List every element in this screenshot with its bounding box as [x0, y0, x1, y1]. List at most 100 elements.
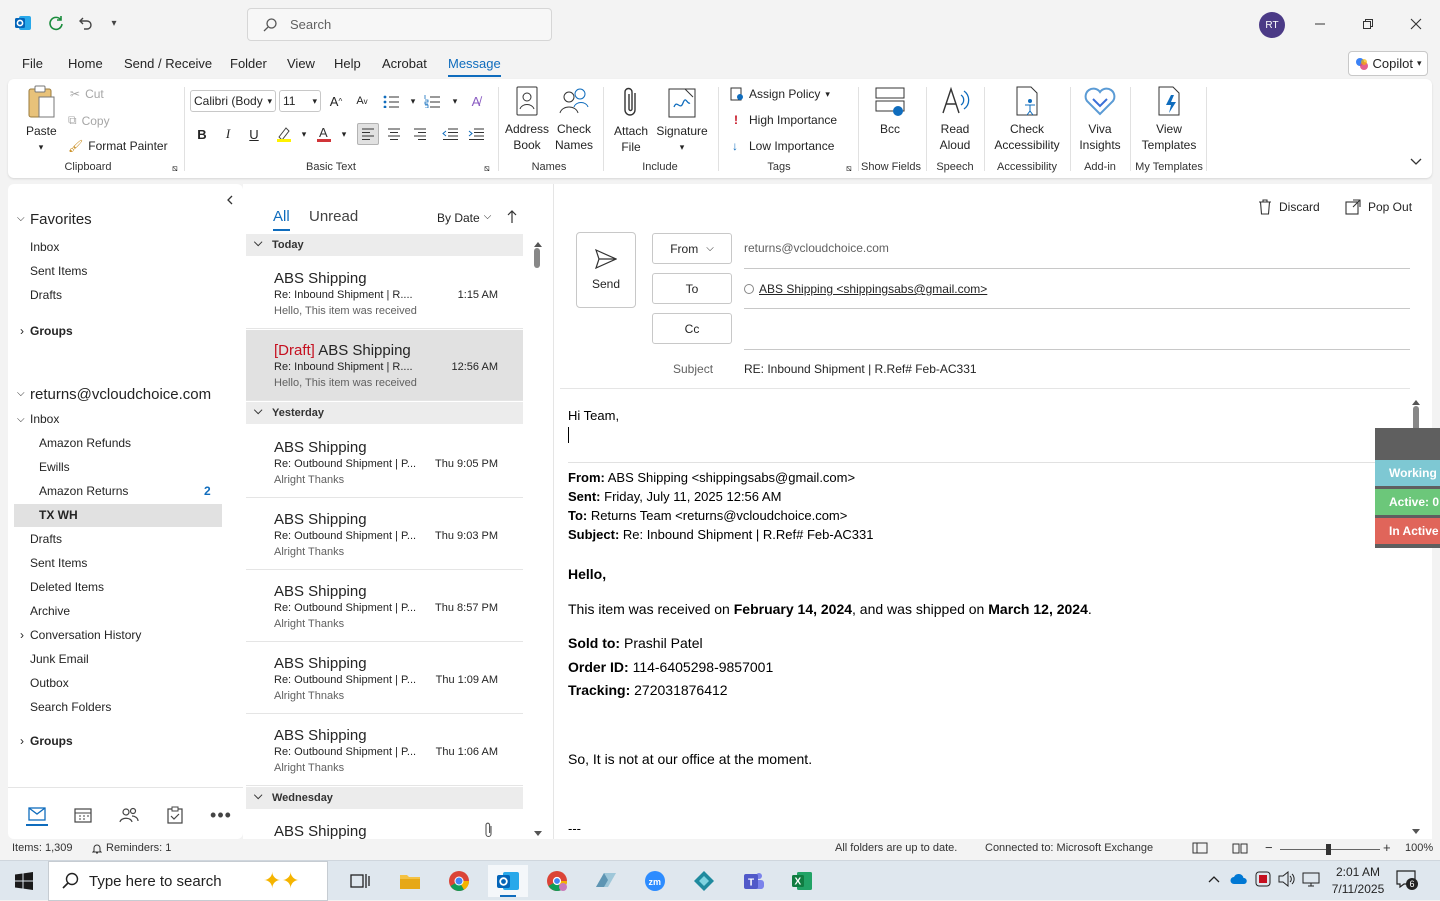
low-importance-button[interactable]: ↓ Low Importance	[732, 139, 834, 153]
ribbon-collapse-icon[interactable]	[1410, 155, 1422, 169]
folder-archive[interactable]: Archive	[30, 604, 70, 618]
fav-sent-items[interactable]: Sent Items	[30, 264, 87, 278]
list-scrollbar[interactable]	[533, 236, 542, 836]
signature-button[interactable]: Signature ▾	[656, 85, 708, 155]
check-accessibility-button[interactable]: Check Accessibility	[991, 85, 1063, 153]
scroll-down-icon[interactable]	[534, 826, 542, 840]
list-item[interactable]: [Draft] ABS Shipping Re: Inbound Shipmen…	[246, 330, 523, 401]
avatar[interactable]: RT	[1259, 12, 1285, 38]
read-aloud-button[interactable]: Read Aloud	[934, 85, 976, 153]
align-center-icon[interactable]	[383, 123, 405, 145]
reminders[interactable]: Reminders: 1	[92, 842, 171, 854]
clear-formatting-icon[interactable]: A̸	[465, 90, 487, 112]
folder-ewills[interactable]: Ewills	[39, 460, 70, 474]
cc-field[interactable]	[744, 314, 1410, 344]
folder-tx-wh[interactable]: TX WH	[39, 508, 78, 522]
taskbar-search-box[interactable]: Type here to search ✦✦	[48, 861, 328, 901]
format-painter-button[interactable]: 🖌 Format Painter	[68, 139, 168, 153]
chevron-down-icon[interactable]: ▾	[444, 90, 466, 112]
chevron-down-icon[interactable]: ▾	[293, 123, 315, 145]
windows-start-icon[interactable]	[4, 865, 44, 897]
cc-button[interactable]: Cc	[652, 313, 732, 344]
message-body-editor[interactable]: Hi Team, From: ABS Shipping <shippingsab…	[554, 389, 1410, 839]
fav-inbox[interactable]: Inbox	[30, 240, 59, 254]
people-icon[interactable]	[118, 804, 140, 826]
menu-folder[interactable]: Folder	[230, 56, 267, 71]
group-header-wednesday[interactable]: ⌵ Wednesday	[246, 787, 523, 809]
collapse-pane-icon[interactable]	[226, 194, 234, 208]
working-status[interactable]: Working	[1375, 460, 1440, 486]
from-button[interactable]: From ⌵	[652, 233, 732, 264]
menu-view[interactable]: View	[287, 56, 315, 71]
sort-by-date[interactable]: By Date ⌵	[437, 211, 491, 225]
list-item[interactable]: ABS Shipping Re: Outbound Shipment | P..…	[246, 715, 523, 786]
list-item[interactable]: ABS Shipping Re: Outbound Shipment | P..…	[246, 427, 523, 498]
app-tray-icon[interactable]	[1255, 871, 1271, 890]
viva-insights-button[interactable]: Viva Insights	[1076, 85, 1124, 153]
search-box[interactable]: Search	[247, 8, 552, 41]
teams-icon[interactable]: T	[733, 865, 773, 897]
bullets-icon[interactable]	[380, 90, 402, 112]
inbox-folder[interactable]: Inbox	[30, 412, 59, 426]
increase-indent-icon[interactable]	[465, 123, 487, 145]
font-size-select[interactable]: 11 ▾	[279, 90, 321, 112]
network-icon[interactable]	[1302, 871, 1320, 890]
menu-send-receive[interactable]: Send / Receive	[124, 56, 212, 71]
scrollbar-thumb[interactable]	[534, 248, 540, 268]
zoom-in-icon[interactable]: +	[1383, 840, 1391, 855]
dialog-launcher-icon[interactable]: ⧅	[846, 163, 852, 174]
more-icon[interactable]: •••	[210, 804, 232, 826]
dialog-launcher-icon[interactable]: ⧅	[172, 163, 178, 174]
menu-home[interactable]: Home	[68, 56, 103, 71]
outlook-taskbar-icon[interactable]	[488, 865, 528, 897]
chrome-icon[interactable]	[439, 865, 479, 897]
chevron-down-icon[interactable]: ⌵	[17, 414, 25, 425]
zoom-slider-thumb[interactable]	[1326, 844, 1331, 855]
folder-deleted-items[interactable]: Deleted Items	[30, 580, 104, 594]
file-explorer-icon[interactable]	[390, 865, 430, 897]
minimize-icon[interactable]	[1308, 12, 1332, 36]
list-item[interactable]: ABS Shipping Re: Outbound Shipment | P..…	[246, 571, 523, 642]
scroll-down-icon[interactable]	[1412, 824, 1420, 838]
mail-icon[interactable]	[26, 804, 48, 826]
sync-icon[interactable]	[47, 14, 65, 32]
menu-message[interactable]: Message	[448, 56, 501, 77]
list-item[interactable]: ABS Shipping Re: Outbound Shipment | P..…	[246, 643, 523, 714]
reading-view-icon[interactable]	[1232, 842, 1248, 857]
bcc-button[interactable]: Bcc	[870, 85, 910, 137]
discard-button[interactable]: Discard	[1258, 199, 1320, 215]
assign-policy-button[interactable]: Assign Policy ▾	[730, 87, 830, 101]
tab-unread[interactable]: Unread	[309, 208, 358, 225]
italic-icon[interactable]: I	[217, 123, 239, 145]
highlight-icon[interactable]	[273, 123, 295, 145]
chevron-right-icon[interactable]: ›	[20, 628, 24, 642]
copilot-button[interactable]: Copilot ▾	[1348, 51, 1428, 76]
folder-drafts[interactable]: Drafts	[30, 532, 62, 546]
zoom-icon[interactable]: zm	[635, 865, 675, 897]
chrome-profile-icon[interactable]	[537, 865, 577, 897]
notifications-icon[interactable]: 6	[1396, 870, 1418, 891]
chevron-down-icon[interactable]: ⌵	[17, 388, 25, 399]
active-status[interactable]: Active: 0	[1375, 489, 1440, 515]
chevron-right-icon[interactable]: ›	[20, 734, 24, 748]
view-templates-button[interactable]: View Templates	[1136, 85, 1202, 153]
chevron-right-icon[interactable]: ›	[20, 324, 24, 338]
folder-sent-items[interactable]: Sent Items	[30, 556, 87, 570]
restore-icon[interactable]	[1356, 12, 1380, 36]
align-left-icon[interactable]	[357, 123, 379, 145]
close-icon[interactable]	[1404, 12, 1428, 36]
underline-icon[interactable]: U	[243, 123, 265, 145]
folder-amazon-returns[interactable]: Amazon Returns	[39, 484, 128, 498]
decrease-indent-icon[interactable]	[439, 123, 461, 145]
align-right-icon[interactable]	[409, 123, 431, 145]
check-names-button[interactable]: Check Names	[552, 85, 596, 153]
grow-font-icon[interactable]: A ^	[325, 90, 347, 112]
app-icon[interactable]	[586, 865, 626, 897]
chevron-up-icon[interactable]	[1208, 872, 1220, 886]
tab-all[interactable]: All	[273, 208, 290, 231]
copy-button[interactable]: ⧉ Copy	[68, 113, 110, 128]
to-button[interactable]: To	[652, 273, 732, 304]
folder-amazon-refunds[interactable]: Amazon Refunds	[39, 436, 131, 450]
menu-help[interactable]: Help	[334, 56, 361, 71]
bold-icon[interactable]: B	[191, 123, 213, 145]
